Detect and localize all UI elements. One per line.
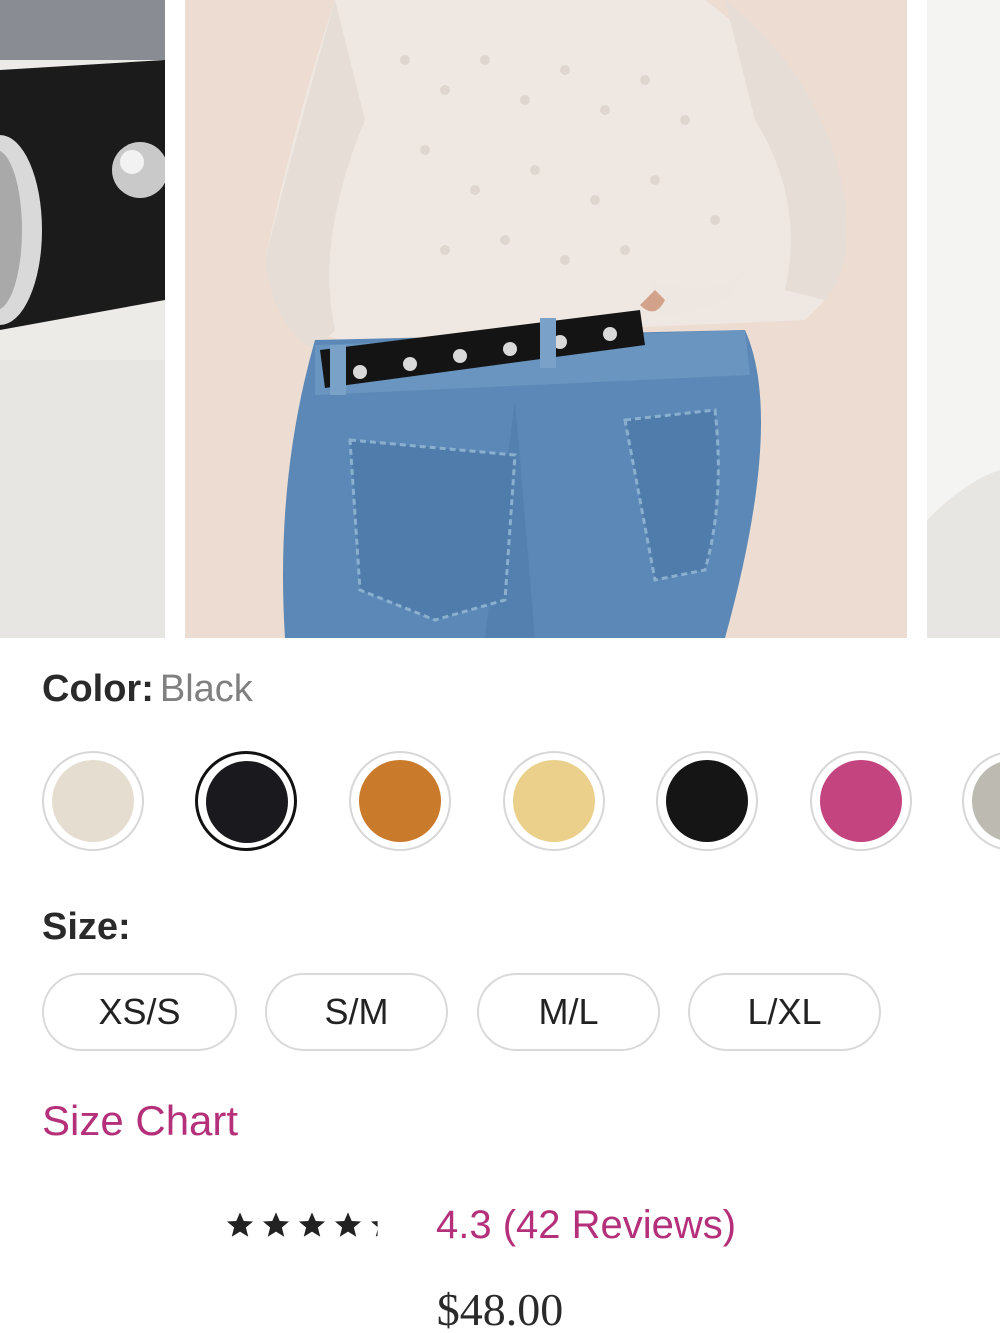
product-image-previous[interactable] xyxy=(0,0,165,638)
color-swatch-ivory[interactable] xyxy=(42,751,144,851)
size-option-xs-s[interactable]: XS/S xyxy=(42,973,237,1051)
size-label: Size: xyxy=(42,906,131,948)
color-swatch-fill xyxy=(206,761,288,843)
rating-row: 4.3 (42 Reviews) xyxy=(224,1200,736,1250)
model-wearing-belt-image xyxy=(185,0,907,638)
color-swatch-tan[interactable] xyxy=(349,751,451,851)
size-chart-link[interactable]: Size Chart xyxy=(42,1097,238,1145)
color-swatch-fill xyxy=(820,760,902,842)
size-option-s-m[interactable]: S/M xyxy=(265,973,448,1051)
size-option-m-l[interactable]: M/L xyxy=(477,973,660,1051)
product-image-carousel[interactable] xyxy=(0,0,1000,638)
color-swatch-black[interactable] xyxy=(195,751,297,851)
color-swatch-black-suede[interactable] xyxy=(656,751,758,851)
color-swatch-fill xyxy=(52,760,134,842)
color-label: Color: xyxy=(42,668,154,710)
star-icon xyxy=(370,1221,378,1237)
reviews-link[interactable]: 4.3 (42 Reviews) xyxy=(436,1203,736,1248)
star-rating xyxy=(224,1209,400,1241)
color-swatch-fill xyxy=(359,760,441,842)
size-option-l-xl[interactable]: L/XL xyxy=(688,973,881,1051)
product-image-next[interactable] xyxy=(927,0,1000,638)
color-swatch-pink[interactable] xyxy=(810,751,912,851)
star-icon xyxy=(298,1212,326,1237)
star-icon xyxy=(226,1212,254,1237)
selected-color-value: Black xyxy=(159,668,253,710)
color-swatch-fill xyxy=(513,760,595,842)
color-swatch-list xyxy=(42,751,1000,851)
star-icon xyxy=(334,1212,362,1237)
color-swatch-fill xyxy=(972,760,1000,842)
color-heading: Color: Black xyxy=(42,668,253,711)
color-swatch-fill xyxy=(666,760,748,842)
next-product-image xyxy=(927,0,1000,638)
color-swatch-grey[interactable] xyxy=(962,751,1000,851)
product-image-main[interactable] xyxy=(185,0,907,638)
belt-closeup-image xyxy=(0,0,165,638)
product-price: $48.00 xyxy=(436,1284,564,1333)
color-swatch-butter[interactable] xyxy=(503,751,605,851)
star-icon xyxy=(262,1212,290,1237)
